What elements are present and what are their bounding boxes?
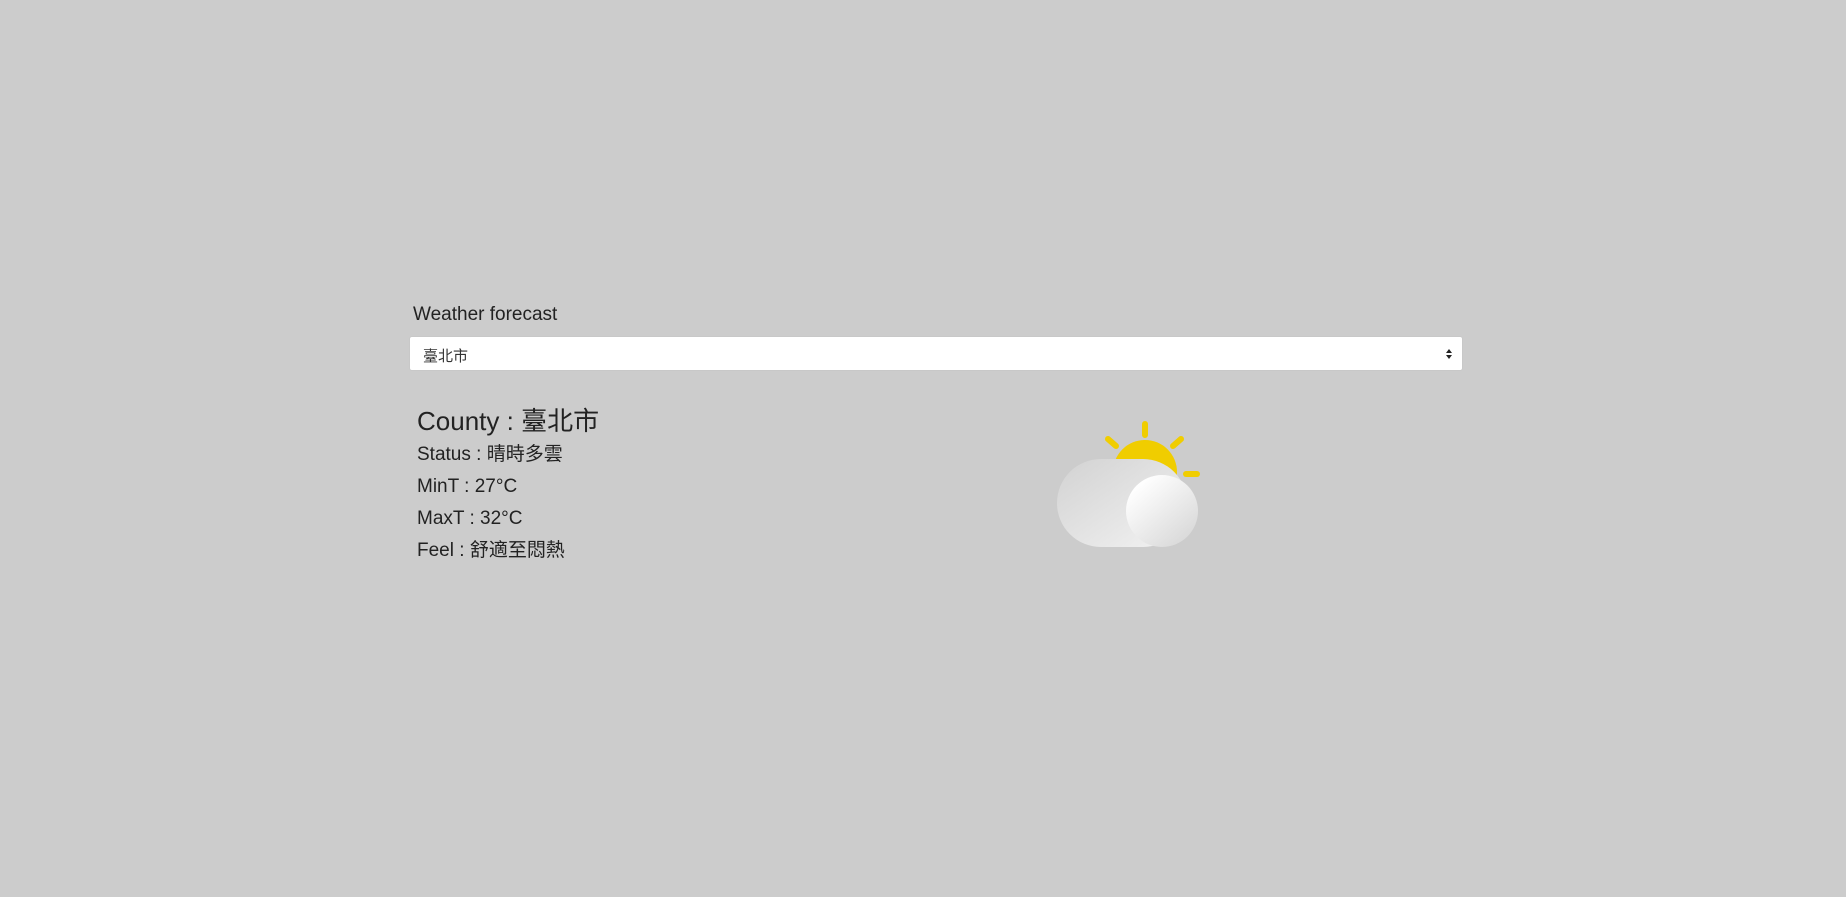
weather-forecast-title: Weather forecast [413,304,558,325]
feel-label: Feel [417,540,454,561]
county-label: County [417,406,500,436]
min-temp-label: MinT [417,476,459,497]
select-arrows-icon [1446,349,1452,359]
feel-separator: : [459,540,470,561]
max-temp-value: 32°C [480,508,523,529]
partly-cloudy-icon [1057,421,1200,547]
min-temp-value: 27°C [474,476,518,497]
status-separator: : [476,444,487,465]
forecast-details: County : 臺北市 Status : 晴時多雲 MinT : 27°C M… [417,404,599,571]
max-temp-line: MaxT : 32°C [417,507,599,531]
county-select[interactable]: 臺北市 [409,336,1463,371]
county-line: County : 臺北市 [417,404,599,438]
max-temp-separator: : [469,508,481,529]
feel-line: Feel : 舒適至悶熱 [417,539,599,563]
status-line: Status : 晴時多雲 [417,443,599,467]
county-separator: : [506,406,522,436]
status-value: 晴時多雲 [486,444,563,465]
county-select-value: 臺北市 [423,348,469,365]
cloud-front [1126,475,1198,547]
county-value: 臺北市 [521,406,600,436]
min-temp-separator: : [464,476,475,497]
feel-value: 舒適至悶熱 [469,540,565,561]
min-temp-line: MinT : 27°C [417,475,599,499]
max-temp-label: MaxT [417,508,465,529]
status-label: Status [417,444,471,465]
